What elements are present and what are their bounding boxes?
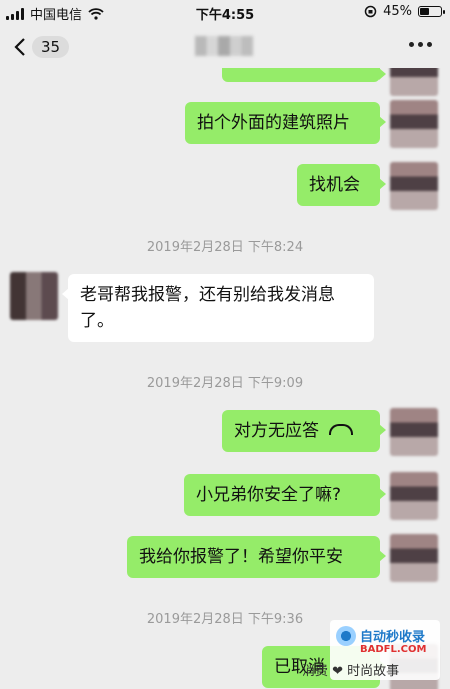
chevron-left-icon xyxy=(14,38,25,56)
call-record-bubble[interactable]: 对方无应答 xyxy=(222,410,386,452)
timestamp: 2019年2月28日 下午9:09 xyxy=(146,376,304,391)
unread-count-badge: 35 xyxy=(32,36,70,58)
watermark-logo-icon xyxy=(336,626,356,646)
watermark-line3: 消费 ❤ 时尚故事 xyxy=(302,664,400,679)
avatar-me[interactable] xyxy=(390,408,438,456)
more-options-button[interactable] xyxy=(409,42,432,47)
phone-hangup-icon xyxy=(329,423,353,435)
chat-title-blurred xyxy=(195,36,253,56)
battery-icon xyxy=(418,6,445,17)
avatar-me[interactable] xyxy=(390,100,438,148)
rotation-lock-icon xyxy=(364,5,377,18)
avatar-me[interactable] xyxy=(390,534,438,582)
watermark-line1: 自动秒收录 xyxy=(360,630,426,645)
timestamp: 2019年2月28日 下午8:24 xyxy=(146,240,304,255)
avatar-me[interactable] xyxy=(390,162,438,210)
watermark-line2: BADFL.COM xyxy=(360,644,427,655)
message-bubble-in[interactable]: 老哥帮我报警，还有别给我发消息了。 xyxy=(62,274,374,342)
avatar-contact[interactable] xyxy=(10,272,58,320)
nav-bar: 35 xyxy=(0,24,450,68)
battery-percent: 45% xyxy=(383,4,412,19)
message-bubble-out[interactable]: 找机会 xyxy=(297,164,386,206)
status-bar: 中国电信 下午4:55 45% xyxy=(0,0,450,24)
chat-area[interactable]: 拍个外面的建筑照片 找机会 2019年2月28日 下午8:24 老哥帮我报警，还… xyxy=(0,68,450,689)
message-bubble-out[interactable] xyxy=(222,68,386,82)
message-bubble-out[interactable]: 拍个外面的建筑照片 xyxy=(185,102,386,144)
status-right: 45% xyxy=(364,4,445,19)
avatar-me[interactable] xyxy=(390,68,438,96)
watermark: 自动秒收录 BADFL.COM 消费 ❤ 时尚故事 xyxy=(302,620,440,680)
avatar-me[interactable] xyxy=(390,472,438,520)
back-button[interactable]: 35 xyxy=(14,34,74,60)
message-bubble-out[interactable]: 我给你报警了！希望你平安 xyxy=(127,536,386,578)
message-bubble-out[interactable]: 小兄弟你安全了嘛? xyxy=(184,474,386,516)
